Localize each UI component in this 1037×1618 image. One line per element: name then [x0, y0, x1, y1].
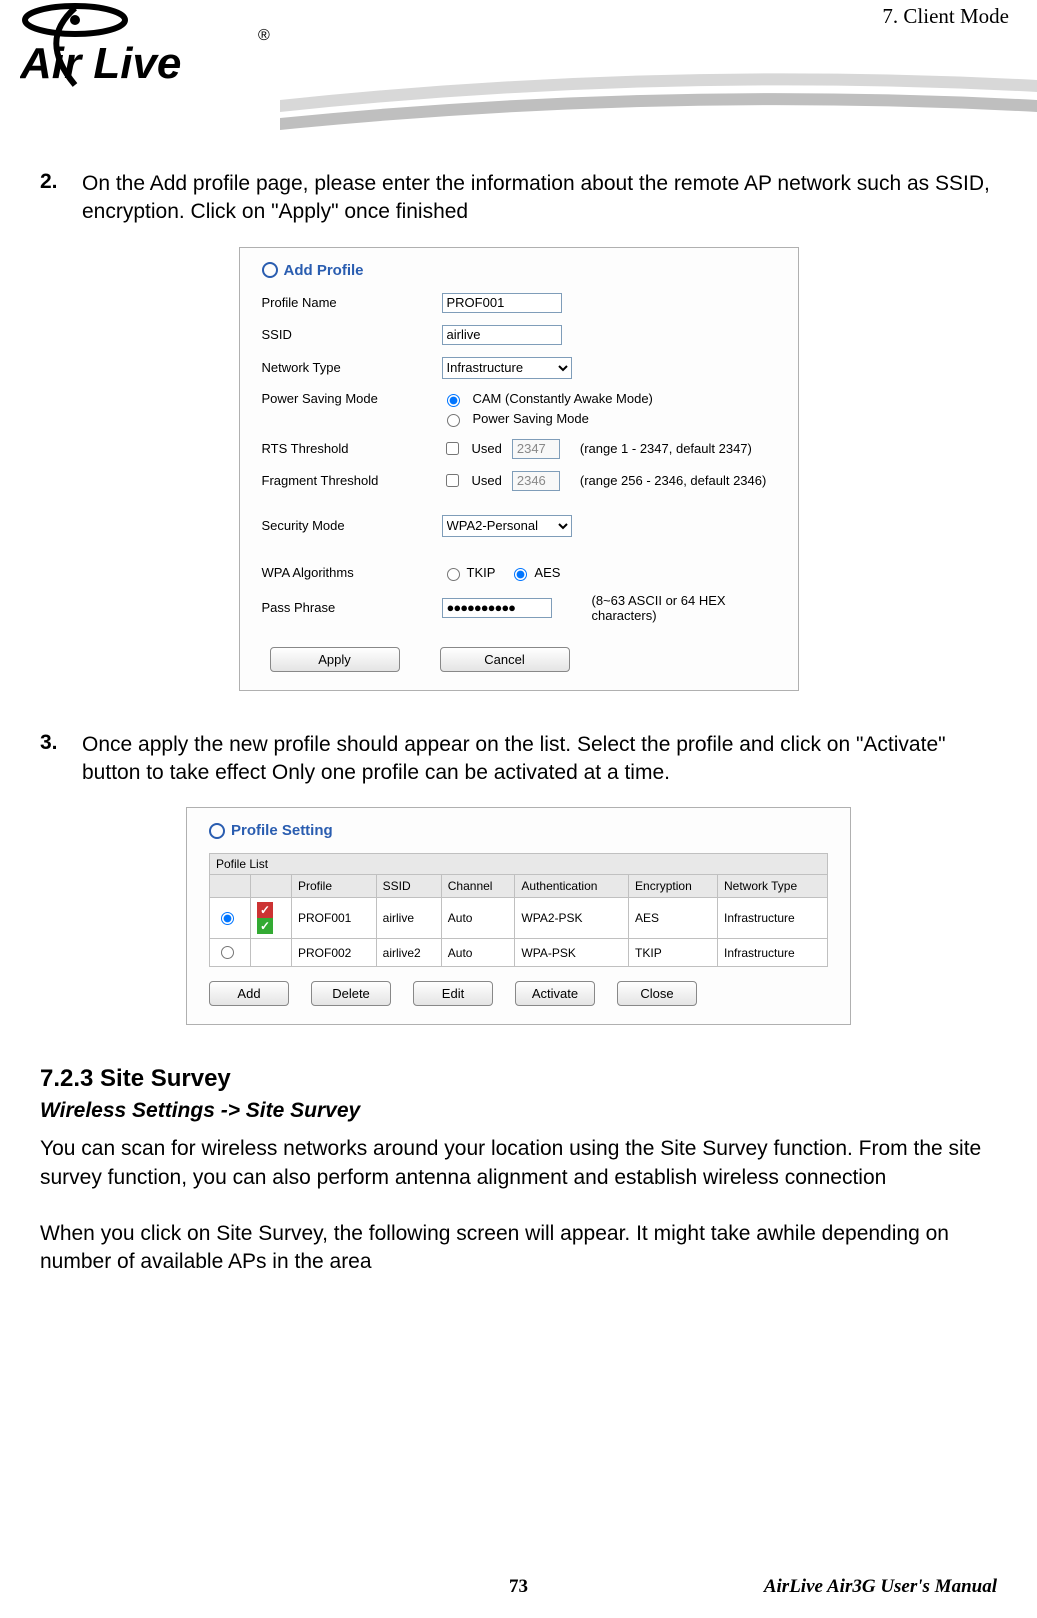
ring-icon — [262, 262, 278, 278]
aes-option[interactable]: AES — [509, 565, 560, 581]
close-button[interactable]: Close — [617, 981, 697, 1006]
cell-profile: PROF002 — [292, 939, 377, 967]
activate-button[interactable]: Activate — [515, 981, 595, 1006]
page-header: 7. Client Mode Air Live ® — [0, 0, 1037, 130]
step-number: 2. — [40, 170, 82, 227]
label-frag: Fragment Threshold — [262, 473, 442, 488]
profile-name-input[interactable] — [442, 293, 562, 313]
logo-reg: ® — [258, 27, 270, 44]
cell-profile: PROF001 — [292, 898, 377, 939]
manual-title: AirLive Air3G User's Manual — [764, 1576, 997, 1598]
step-number: 3. — [40, 731, 82, 788]
rts-note: (range 1 - 2347, default 2347) — [580, 441, 752, 456]
power-save-radio[interactable] — [447, 414, 460, 427]
power-cam-label: CAM (Constantly Awake Mode) — [473, 391, 653, 406]
table-row[interactable]: ✓✓ PROF001 airlive Auto WPA2-PSK AES Inf… — [210, 898, 828, 939]
logo-text: Air Live — [20, 39, 181, 88]
ssid-input[interactable] — [442, 325, 562, 345]
cell-enc: AES — [629, 898, 718, 939]
rts-used-checkbox[interactable] — [446, 442, 459, 455]
page-number: 73 — [509, 1576, 528, 1598]
cell-ssid: airlive2 — [376, 939, 441, 967]
airlive-logo: Air Live ® — [20, 0, 280, 90]
label-passphrase: Pass Phrase — [262, 600, 442, 615]
row-radio[interactable] — [221, 912, 234, 925]
profile-list-label: Pofile List — [209, 853, 828, 874]
label-profile-name: Profile Name — [262, 295, 442, 310]
col-enc: Encryption — [629, 875, 718, 898]
frag-used-label: Used — [472, 473, 502, 488]
frag-note: (range 256 - 2346, default 2346) — [580, 473, 766, 488]
active-red-icon: ✓ — [257, 902, 273, 918]
section-subheading: Wireless Settings -> Site Survey — [40, 1099, 997, 1123]
col-profile: Profile — [292, 875, 377, 898]
label-security: Security Mode — [262, 518, 442, 533]
cell-nt: Infrastructure — [718, 939, 828, 967]
add-button[interactable]: Add — [209, 981, 289, 1006]
passphrase-input[interactable] — [442, 598, 552, 618]
rts-used-label: Used — [472, 441, 502, 456]
power-cam-option[interactable]: CAM (Constantly Awake Mode) — [442, 391, 653, 407]
cancel-button[interactable]: Cancel — [440, 647, 570, 672]
apply-button[interactable]: Apply — [270, 647, 400, 672]
panel-title: Add Profile — [262, 262, 776, 279]
row-radio[interactable] — [221, 946, 234, 959]
col-auth: Authentication — [515, 875, 629, 898]
tkip-option[interactable]: TKIP — [442, 565, 496, 581]
page-footer: 73 AirLive Air3G User's Manual — [0, 1576, 1037, 1598]
tkip-radio[interactable] — [447, 568, 460, 581]
power-save-label: Power Saving Mode — [473, 411, 589, 426]
section-heading: 7.2.3 Site Survey — [40, 1065, 997, 1093]
col-channel: Channel — [441, 875, 515, 898]
cell-nt: Infrastructure — [718, 898, 828, 939]
frag-value-input[interactable] — [512, 471, 560, 491]
add-profile-panel: Add Profile Profile Name SSID Network Ty… — [239, 247, 799, 691]
frag-used-checkbox[interactable] — [446, 474, 459, 487]
label-rts: RTS Threshold — [262, 441, 442, 456]
cell-enc: TKIP — [629, 939, 718, 967]
label-wpa-alg: WPA Algorithms — [262, 565, 442, 580]
table-row[interactable]: PROF002 airlive2 Auto WPA-PSK TKIP Infra… — [210, 939, 828, 967]
chapter-label: 7. Client Mode — [882, 4, 1009, 29]
panel-title-text: Add Profile — [284, 262, 364, 279]
power-save-option[interactable]: Power Saving Mode — [442, 411, 653, 427]
cell-auth: WPA2-PSK — [515, 898, 629, 939]
section-paragraph-1: You can scan for wireless networks aroun… — [40, 1135, 997, 1192]
cell-auth: WPA-PSK — [515, 939, 629, 967]
power-cam-radio[interactable] — [447, 394, 460, 407]
aes-radio[interactable] — [514, 568, 527, 581]
network-type-select[interactable]: Infrastructure — [442, 357, 572, 379]
header-swoosh — [280, 70, 1037, 130]
active-green-icon: ✓ — [257, 918, 273, 934]
step-2: 2. On the Add profile page, please enter… — [40, 170, 997, 227]
col-nt: Network Type — [718, 875, 828, 898]
ring-icon — [209, 823, 225, 839]
col-select — [210, 875, 251, 898]
panel-title: Profile Setting — [209, 822, 828, 839]
label-power-mode: Power Saving Mode — [262, 391, 442, 406]
step-3: 3. Once apply the new profile should app… — [40, 731, 997, 788]
col-active — [251, 875, 292, 898]
step-text: On the Add profile page, please enter th… — [82, 170, 997, 227]
cell-ssid: airlive — [376, 898, 441, 939]
edit-button[interactable]: Edit — [413, 981, 493, 1006]
panel-title-text: Profile Setting — [231, 822, 333, 839]
profile-list-table: Profile SSID Channel Authentication Encr… — [209, 874, 828, 967]
cell-channel: Auto — [441, 898, 515, 939]
step-text: Once apply the new profile should appear… — [82, 731, 997, 788]
aes-label: AES — [534, 565, 560, 580]
cell-channel: Auto — [441, 939, 515, 967]
section-paragraph-2: When you click on Site Survey, the follo… — [40, 1220, 997, 1277]
col-ssid: SSID — [376, 875, 441, 898]
tkip-label: TKIP — [467, 565, 496, 580]
label-ssid: SSID — [262, 327, 442, 342]
rts-value-input[interactable] — [512, 439, 560, 459]
passphrase-note: (8~63 ASCII or 64 HEX characters) — [592, 593, 776, 623]
security-mode-select[interactable]: WPA2-Personal — [442, 515, 572, 537]
delete-button[interactable]: Delete — [311, 981, 391, 1006]
label-network-type: Network Type — [262, 360, 442, 375]
profile-setting-panel: Profile Setting Pofile List Profile SSID… — [186, 807, 851, 1025]
